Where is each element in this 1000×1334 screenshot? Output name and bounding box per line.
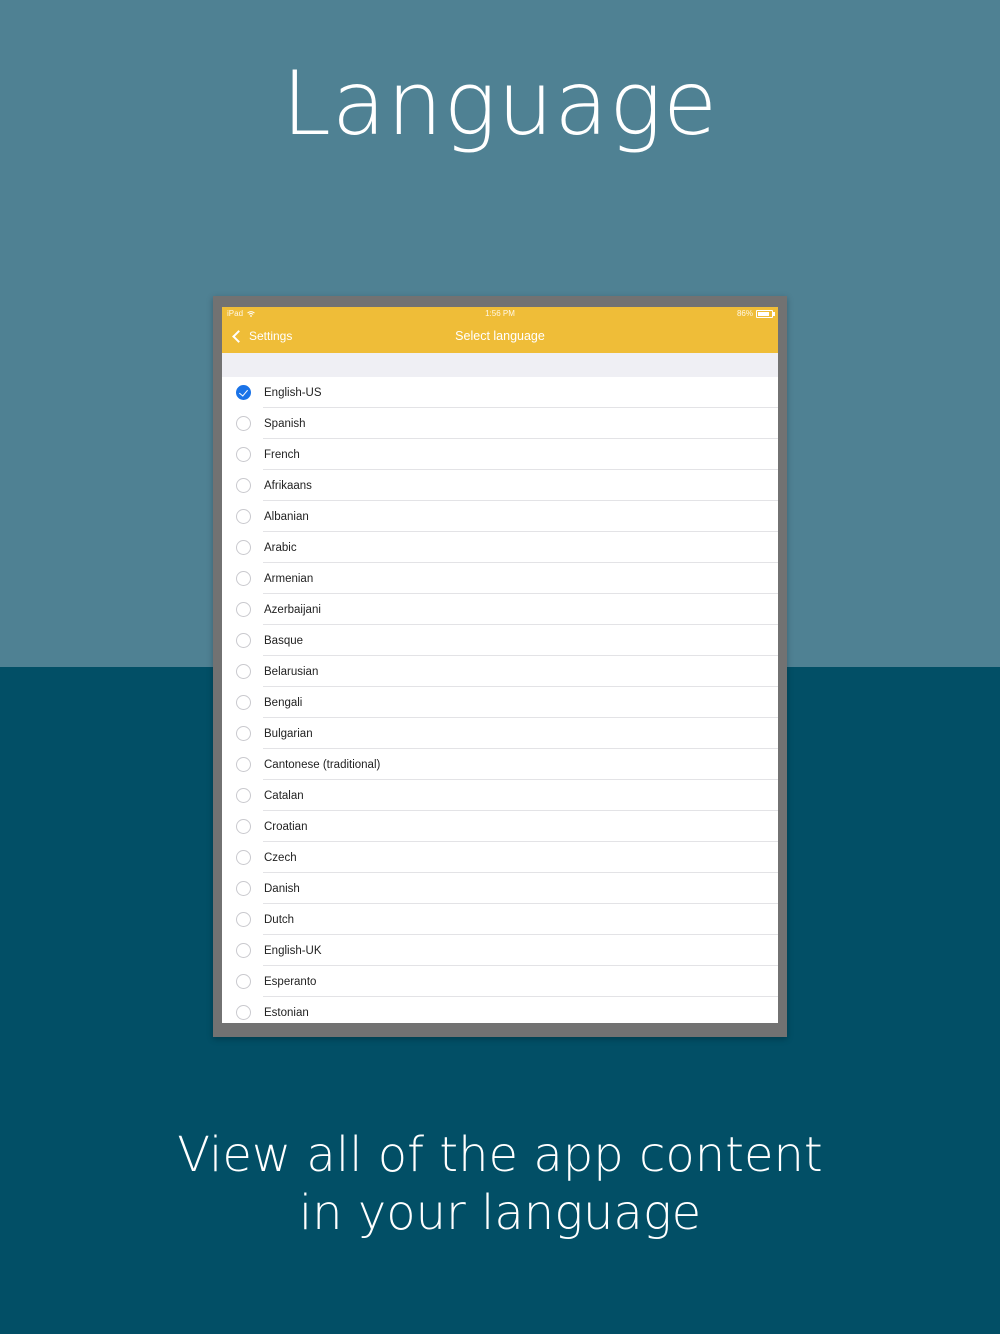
language-row[interactable]: Spanish: [222, 408, 778, 439]
language-row[interactable]: French: [222, 439, 778, 470]
radio-unchecked-icon[interactable]: [236, 1005, 251, 1020]
radio-unchecked-icon[interactable]: [236, 943, 251, 958]
caption-line-2: in your language: [298, 1185, 702, 1241]
language-label: Estonian: [264, 1006, 309, 1019]
language-label: French: [264, 448, 300, 461]
radio-unchecked-icon[interactable]: [236, 509, 251, 524]
radio-unchecked-icon[interactable]: [236, 478, 251, 493]
language-row[interactable]: Croatian: [222, 811, 778, 842]
radio-unchecked-icon[interactable]: [236, 881, 251, 896]
language-label: English-US: [264, 386, 322, 399]
language-row[interactable]: Estonian: [222, 997, 778, 1023]
language-row[interactable]: English-US: [222, 377, 778, 408]
language-row[interactable]: Basque: [222, 625, 778, 656]
radio-unchecked-icon[interactable]: [236, 912, 251, 927]
language-label: Bengali: [264, 696, 303, 709]
radio-unchecked-icon[interactable]: [236, 447, 251, 462]
language-row[interactable]: English-UK: [222, 935, 778, 966]
language-label: Bulgarian: [264, 727, 313, 740]
language-list: English-US Spanish French Afrikaans Albanian…: [222, 377, 778, 1023]
language-row[interactable]: Esperanto: [222, 966, 778, 997]
language-label: Dutch: [264, 913, 295, 926]
language-label: Cantonese (traditional): [264, 758, 381, 771]
language-row[interactable]: Albanian: [222, 501, 778, 532]
page-title: Select language: [455, 329, 545, 343]
language-label: Afrikaans: [264, 479, 312, 492]
radio-unchecked-icon[interactable]: [236, 416, 251, 431]
language-row[interactable]: Arabic: [222, 532, 778, 563]
radio-unchecked-icon[interactable]: [236, 571, 251, 586]
ipad-frame: iPad 1:56 PM 86% Settings Select languag…: [213, 296, 787, 1037]
language-row[interactable]: Armenian: [222, 563, 778, 594]
language-row[interactable]: Azerbaijani: [222, 594, 778, 625]
promo-headline: Language: [281, 52, 719, 155]
language-label: Arabic: [264, 541, 297, 554]
language-label: English-UK: [264, 944, 322, 957]
battery-percent: 86%: [736, 309, 753, 318]
language-row[interactable]: Belarusian: [222, 656, 778, 687]
language-row[interactable]: Catalan: [222, 780, 778, 811]
language-label: Spanish: [264, 417, 306, 430]
radio-checked-icon[interactable]: [236, 385, 251, 400]
radio-unchecked-icon[interactable]: [236, 695, 251, 710]
radio-unchecked-icon[interactable]: [236, 819, 251, 834]
status-right: 86%: [736, 307, 775, 321]
language-label: Esperanto: [264, 975, 317, 988]
radio-unchecked-icon[interactable]: [236, 602, 251, 617]
language-label: Armenian: [264, 572, 314, 585]
language-label: Basque: [264, 634, 304, 647]
language-label: Belarusian: [264, 665, 319, 678]
language-label: Azerbaijani: [264, 603, 321, 616]
section-header-spacer: [222, 353, 778, 377]
app-screen: iPad 1:56 PM 86% Settings Select languag…: [222, 307, 778, 1023]
language-row[interactable]: Bulgarian: [222, 718, 778, 749]
language-row[interactable]: Danish: [222, 873, 778, 904]
navigation-bar: iPad 1:56 PM 86% Settings Select languag…: [222, 307, 778, 353]
radio-unchecked-icon[interactable]: [236, 664, 251, 679]
radio-unchecked-icon[interactable]: [236, 726, 251, 741]
radio-unchecked-icon[interactable]: [236, 850, 251, 865]
radio-unchecked-icon[interactable]: [236, 788, 251, 803]
language-row[interactable]: Czech: [222, 842, 778, 873]
status-bar: iPad 1:56 PM 86%: [222, 307, 778, 321]
radio-unchecked-icon[interactable]: [236, 974, 251, 989]
language-row[interactable]: Cantonese (traditional): [222, 749, 778, 780]
language-row[interactable]: Dutch: [222, 904, 778, 935]
language-row[interactable]: Bengali: [222, 687, 778, 718]
radio-unchecked-icon[interactable]: [236, 540, 251, 555]
language-label: Danish: [264, 882, 300, 895]
language-label: Albanian: [264, 510, 309, 523]
language-label: Catalan: [264, 789, 304, 802]
language-row[interactable]: Afrikaans: [222, 470, 778, 501]
promo-caption: View all of the app content in your lang…: [0, 1126, 1000, 1242]
language-label: Czech: [264, 851, 297, 864]
radio-unchecked-icon[interactable]: [236, 757, 251, 772]
language-label: Croatian: [264, 820, 308, 833]
status-time: 1:56 PM: [485, 309, 515, 318]
battery-icon: [756, 310, 775, 318]
caption-line-1: View all of the app content: [177, 1127, 823, 1183]
radio-unchecked-icon[interactable]: [236, 633, 251, 648]
